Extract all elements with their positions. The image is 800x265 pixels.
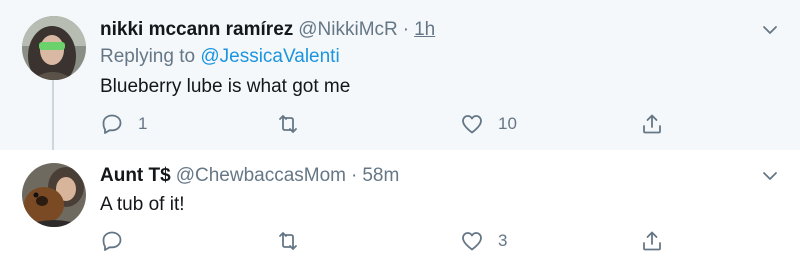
retweet-button[interactable] [276,227,314,255]
retweet-button[interactable] [276,110,314,138]
reply-button[interactable]: 1 [100,110,147,138]
avatar[interactable] [22,163,86,227]
tweet-nikki[interactable]: nikki mccann ramírez @NikkiMcR · 1h Repl… [0,0,800,150]
timestamp[interactable]: 1h [414,19,435,41]
timestamp[interactable]: 58m [362,165,399,187]
share-button[interactable] [640,227,664,255]
tweet-text: A tub of it! [100,194,185,215]
like-button[interactable]: 10 [460,110,517,138]
tweet-aunt-t[interactable]: Aunt T$ @ChewbaccasMom · 58m A tub of it… [0,150,800,265]
retweet-icon [279,232,297,250]
user-handle[interactable]: @ChewbaccasMom [176,165,346,187]
retweet-icon [279,115,297,133]
user-handle[interactable]: @NikkiMcR [298,19,398,41]
reply-icon [102,114,122,134]
reply-count: 1 [138,114,148,133]
like-icon [462,232,482,251]
chevron-down-icon[interactable] [760,166,780,186]
tweet-header: Aunt T$ @ChewbaccasMom · 58m [100,165,399,187]
reply-icon [102,231,122,251]
reply-mention-link[interactable]: @JessicaValenti [200,46,339,67]
replying-to: Replying to @JessicaValenti [100,46,340,68]
action-bar: 3 [100,227,680,255]
separator: · [351,165,358,186]
tweet-header: nikki mccann ramírez @NikkiMcR · 1h [100,19,435,41]
reply-button[interactable] [100,227,138,255]
share-icon [643,231,661,251]
thread-line [52,80,54,150]
separator: · [402,19,410,40]
avatar[interactable] [22,16,86,80]
reply-prefix: Replying to [100,46,196,67]
share-icon [643,114,661,134]
action-bar: 1 10 [100,110,680,138]
display-name[interactable]: Aunt T$ [100,165,171,187]
like-count: 10 [498,114,517,133]
chevron-down-icon[interactable] [760,20,780,40]
like-button[interactable]: 3 [460,227,507,255]
like-count: 3 [498,231,508,250]
like-icon [462,115,482,134]
share-button[interactable] [640,110,664,138]
display-name[interactable]: nikki mccann ramírez [100,19,293,41]
tweet-text: Blueberry lube is what got me [100,76,351,97]
